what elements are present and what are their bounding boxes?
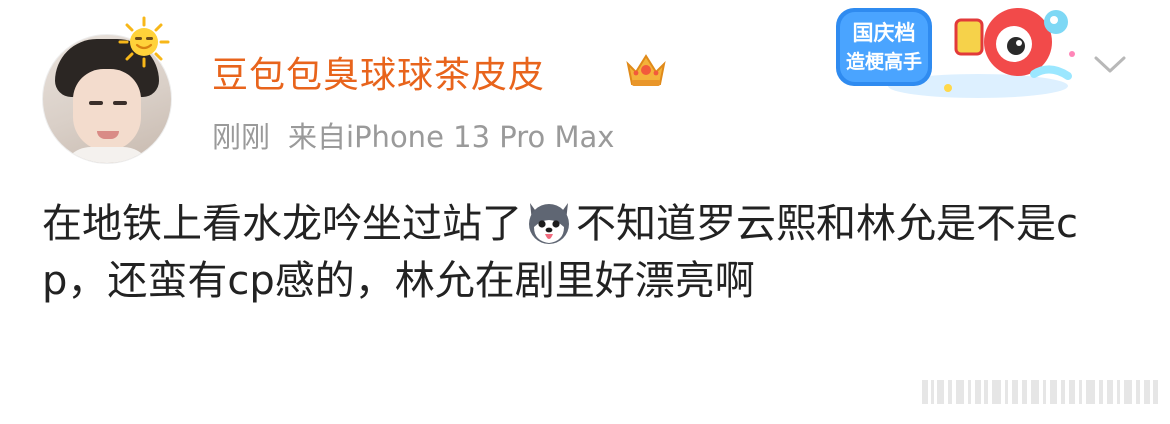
sun-badge-icon [118,16,170,68]
husky-dog-emoji [529,203,569,244]
post-time: 刚刚 [212,120,271,154]
post-text-part1: 在地铁上看水龙吟坐过站了 [42,201,522,247]
post-text: 在地铁上看水龙吟坐过站了 不知道罗云熙和林允是不是cp，还蛮有cp感的，林允在剧… [42,196,1122,310]
chevron-down-icon[interactable] [1092,52,1128,76]
national-day-banner[interactable]: 国庆档 造梗高手 [828,0,1080,104]
banner-line2: 造梗高手 [846,50,922,73]
avatar-shirt [61,147,153,163]
username-link[interactable]: 豆包包臭球球茶皮皮 [212,46,545,98]
avatar-eye-left [89,101,103,105]
avatar-eye-right [113,101,127,105]
watermark-bars [922,380,1158,404]
post-source[interactable]: 来自iPhone 13 Pro Max [288,120,614,154]
crown-badge-icon[interactable] [624,50,668,90]
banner-line1: 国庆档 [853,21,916,45]
post-meta: 刚刚 来自iPhone 13 Pro Max [212,114,614,156]
